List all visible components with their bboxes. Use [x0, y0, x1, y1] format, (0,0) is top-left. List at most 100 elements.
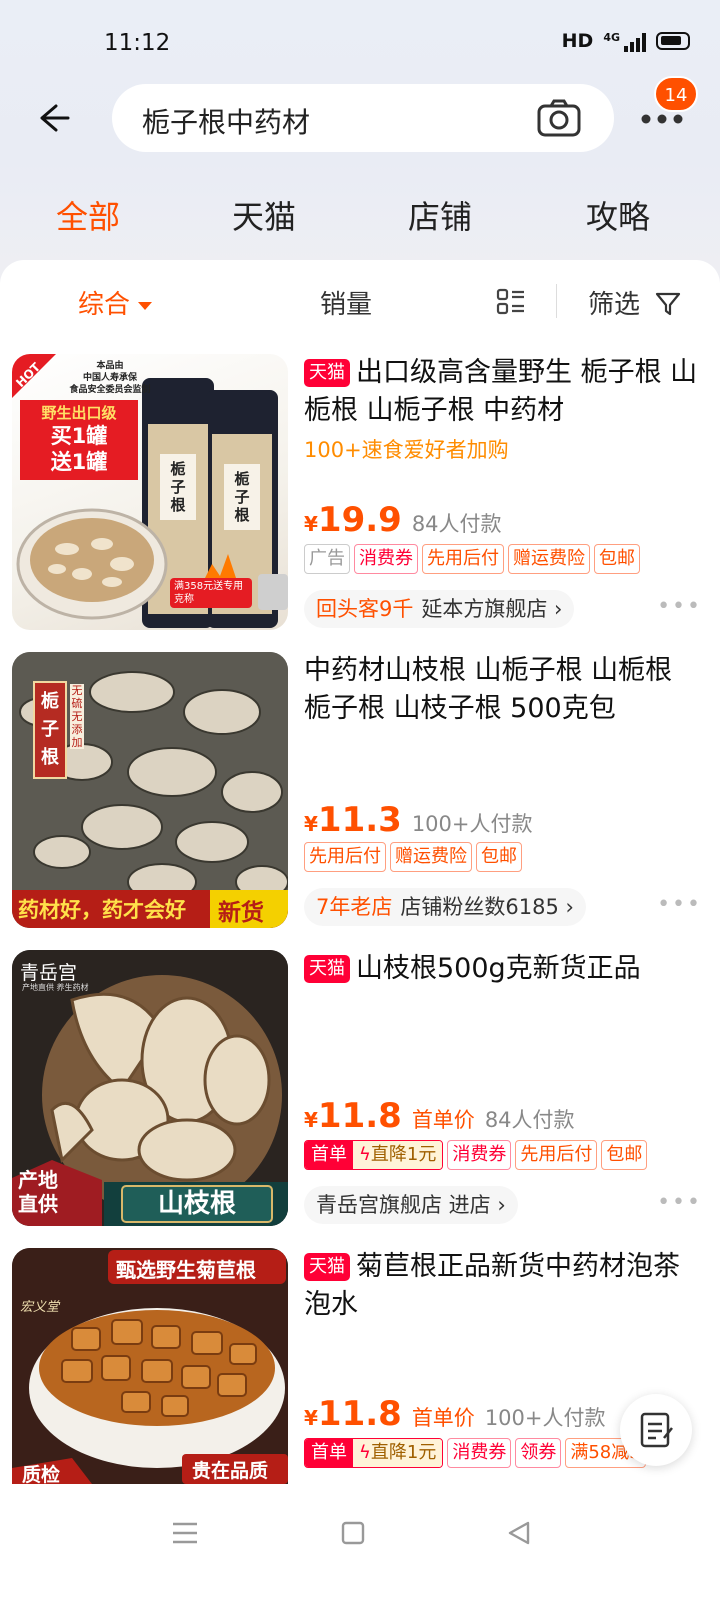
product-image-1[interactable]: HOT 本品由 中国人寿承保 食品安全委员会监制 野生出口级 买1罐 送1罐 栀…: [12, 354, 288, 630]
first-order-discount-tag: 首单 ϟ直降1元: [304, 1438, 444, 1468]
banner-text: 药材好，药才会好: [18, 898, 186, 922]
price-1: 19.9: [317, 500, 402, 540]
sales-count-2: 100+人付款: [411, 812, 533, 836]
price-line-4: ¥11.8 首单价 100+人付款: [304, 1394, 606, 1434]
tab-guides[interactable]: 攻略: [558, 192, 678, 238]
slogan-label: 贵在品质: [192, 1460, 269, 1482]
sort-comprehensive[interactable]: 综合: [78, 284, 153, 321]
filter-icon: [656, 292, 681, 316]
more-options-icon[interactable]: •••: [657, 1190, 702, 1215]
product-title-1[interactable]: 天猫 出口级高含量野生 栀子根 山栀根 山栀子根 中药材: [304, 354, 704, 430]
tab-tmall[interactable]: 天猫: [204, 192, 324, 238]
first-order-price-label: 首单价: [411, 1108, 475, 1132]
filter-button[interactable]: 筛选: [588, 284, 682, 321]
feedback-button[interactable]: [620, 1394, 692, 1466]
status-bar: 11:12 HD 4G: [0, 0, 720, 90]
sort-sales[interactable]: 销量: [320, 284, 372, 321]
price-3: 11.8: [317, 1096, 402, 1136]
system-nav-bar: [0, 1490, 720, 1600]
status-time: 11:12: [104, 30, 171, 56]
more-options-icon[interactable]: •••: [657, 892, 702, 917]
menu-icon[interactable]: [170, 1520, 200, 1546]
divider: [556, 284, 557, 318]
tag-pay-later: 先用后付: [304, 842, 386, 872]
shop-link-1[interactable]: 回头客9千 延本方旗舰店 ›: [304, 590, 575, 628]
more-options-icon[interactable]: •••: [657, 594, 702, 619]
first-order-price-label: 首单价: [411, 1406, 475, 1430]
tag-voucher: 消费券: [447, 1140, 512, 1170]
bonus-note: 满358元送专用克称: [170, 578, 252, 608]
banner-text: 甄选野生菊苣根: [116, 1258, 256, 1282]
brand-sub: 产地直供 养生药材: [22, 983, 89, 992]
price-line-2: ¥11.3 100+人付款: [304, 800, 533, 840]
camera-icon[interactable]: [536, 98, 582, 138]
sales-count-4: 100+人付款: [484, 1406, 606, 1430]
network-label: HD: [561, 30, 594, 52]
tag-list-3: 首单 ϟ直降1元 消费券 先用后付 包邮: [304, 1140, 648, 1170]
search-input[interactable]: 栀子根中药材: [112, 84, 614, 152]
product-image-3[interactable]: 青岳宫 产地直供 养生药材 产地 直供 山枝根: [12, 950, 288, 1226]
search-header: 栀子根中药材: [0, 82, 720, 156]
sales-count-3: 84人付款: [484, 1108, 575, 1132]
product-title-3[interactable]: 天猫 山枝根500g克新货正品: [304, 950, 704, 988]
insurance-note: 本品由 中国人寿承保 食品安全委员会监制: [69, 361, 151, 395]
origin-badge: 产地 直供: [18, 1168, 58, 1216]
product-title-2[interactable]: 中药材山枝根 山栀子根 山栀根 栀子根 山枝子根 500克包: [304, 652, 704, 728]
battery-icon: [656, 32, 690, 50]
brand-label: 青岳宫: [20, 962, 78, 984]
product-info-3: 天猫 山枝根500g克新货正品 ¥11.8 首单价 84人付款 首单 ϟ直降1元 消费券…: [304, 950, 704, 1224]
back-arrow-icon[interactable]: [34, 98, 74, 138]
status-icons: HD 4G: [562, 30, 690, 52]
ad-tag: 广告: [304, 544, 350, 574]
product-info-2: 中药材山枝根 山栀子根 山栀根 栀子根 山枝子根 500克包 ¥11.3 100+…: [304, 652, 704, 926]
quality-label: 质检: [22, 1464, 61, 1484]
category-tabs: 全部 天猫 店铺 攻略: [0, 186, 720, 246]
tag-voucher: 消费券: [354, 544, 418, 574]
tmall-badge: 天猫: [304, 1253, 350, 1281]
tab-all[interactable]: 全部: [28, 192, 148, 238]
jar-label-2: 栀子根: [234, 470, 250, 524]
tag-claim-coupon: 领券: [515, 1438, 562, 1468]
list-view-icon[interactable]: [496, 288, 526, 316]
price-4: 11.8: [317, 1394, 402, 1434]
tag-list-4: 首单 ϟ直降1元 消费券 领券 满58减3: [304, 1438, 646, 1468]
product-name-banner: 山枝根: [157, 1189, 236, 1219]
product-card-2[interactable]: 栀子根 无硫无添加 药材好，药才会好 新货 中药材山枝根 山栀子根 山栀根 栀子…: [0, 652, 720, 942]
promo-block: 野生出口级 买1罐 送1罐: [41, 404, 117, 474]
tag-shipping-insurance: 赠运费险: [390, 842, 472, 872]
jar-label: 栀子根: [170, 460, 186, 514]
product-image-4[interactable]: 甄选野生菊苣根 宏义堂 质检 贵在品质: [12, 1248, 288, 1484]
search-query: 栀子根中药材: [142, 106, 311, 139]
shop-link-3[interactable]: 青岳宫旗舰店 进店 ›: [304, 1186, 518, 1224]
product-image-2[interactable]: 栀子根 无硫无添加 药材好，药才会好 新货: [12, 652, 288, 928]
tag-free-shipping: 包邮: [594, 544, 640, 574]
tag-shipping-insurance: 赠运费险: [508, 544, 590, 574]
tag-list-1: 广告 消费券 先用后付 赠运费险 包邮: [304, 544, 640, 574]
tmall-badge: 天猫: [304, 955, 350, 983]
label-vertical: 栀子根: [41, 691, 59, 768]
tag-pay-later: 先用后付: [515, 1140, 598, 1170]
tag-free-shipping: 包邮: [601, 1140, 648, 1170]
product-subtitle-1: 100+速食爱好者加购: [304, 438, 509, 462]
product-card-1[interactable]: HOT 本品由 中国人寿承保 食品安全委员会监制 野生出口级 买1罐 送1罐 栀…: [0, 354, 720, 644]
price-line-3: ¥11.8 首单价 84人付款: [304, 1096, 575, 1136]
edit-note-icon: [640, 1412, 673, 1448]
tag-free-shipping: 包邮: [476, 842, 522, 872]
product-info-1: 天猫 出口级高含量野生 栀子根 山栀根 山栀子根 中药材 100+速食爱好者加购 …: [304, 354, 704, 628]
lightning-icon: ϟ: [359, 1144, 371, 1165]
sales-count-1: 84人付款: [411, 512, 502, 536]
product-title-4[interactable]: 天猫 菊苣根正品新货中药材泡茶泡水: [304, 1248, 704, 1324]
price-line-1: ¥19.9 84人付款: [304, 500, 502, 540]
back-icon[interactable]: [506, 1520, 532, 1546]
chevron-down-icon: [138, 301, 153, 310]
shop-link-2[interactable]: 7年老店 店铺粉丝数6185 ›: [304, 888, 586, 926]
label-sub: 无硫无添加: [70, 684, 84, 749]
lightning-icon: ϟ: [359, 1442, 371, 1463]
product-image-4-art: [12, 1248, 288, 1484]
new-label: 新货: [218, 900, 264, 926]
tag-list-2: 先用后付 赠运费险 包邮: [304, 842, 522, 872]
tmall-badge: 天猫: [304, 359, 350, 387]
home-icon[interactable]: [340, 1520, 366, 1546]
tab-stores[interactable]: 店铺: [380, 192, 500, 238]
product-card-3[interactable]: 青岳宫 产地直供 养生药材 产地 直供 山枝根 天猫 山枝根500g克新货正品 ¥…: [0, 950, 720, 1240]
